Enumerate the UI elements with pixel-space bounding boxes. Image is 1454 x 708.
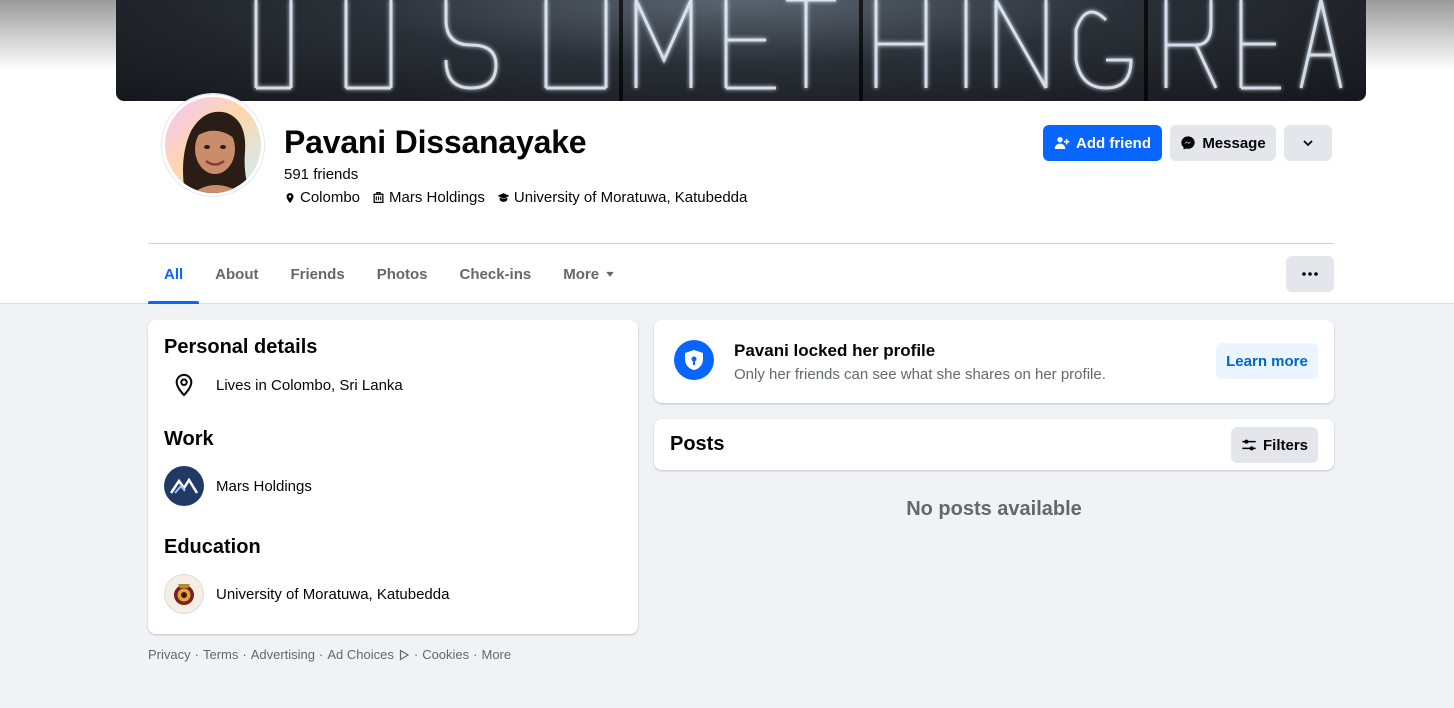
meta-work-label: Mars Holdings (389, 189, 485, 206)
profile-meta-row: Colombo Mars Holdings University of Mora… (284, 189, 759, 206)
personal-details-title: Personal details (164, 336, 318, 358)
mars-holdings-logo (164, 466, 204, 506)
tab-about[interactable]: About (199, 244, 274, 304)
ad-choices-icon (399, 648, 410, 661)
locked-profile-card: Pavani locked her profile Only her frien… (654, 320, 1334, 403)
filters-button[interactable]: Filters (1231, 427, 1318, 463)
footer-separator: · (413, 647, 419, 662)
profile-tabs: All About Friends Photos Check-ins More (148, 244, 631, 304)
tab-check-ins[interactable]: Check-ins (444, 244, 548, 304)
filters-label: Filters (1262, 436, 1308, 454)
tabs-more-options-button[interactable] (1286, 256, 1334, 292)
location-pin-icon (286, 192, 294, 203)
work-title: Work (164, 428, 214, 450)
tab-all[interactable]: All (148, 244, 200, 304)
university-crest-logo (164, 574, 204, 614)
briefcase-icon (373, 191, 384, 204)
learn-more-button[interactable]: Learn more (1216, 343, 1318, 379)
ellipsis-icon (1302, 272, 1318, 276)
school-link[interactable]: University of Moratuwa, Katubedda (216, 586, 449, 603)
footer-separator: · (319, 647, 324, 662)
intro-card: Personal details Lives in Colombo, Sri L… (148, 320, 638, 634)
add-person-icon (1054, 137, 1070, 149)
meta-education-label: University of Moratuwa, Katubedda (513, 189, 748, 206)
message-button[interactable]: Message (1170, 125, 1276, 161)
locked-profile-subtitle: Only her friends can see what she shares… (734, 366, 1106, 383)
education-row[interactable]: University of Moratuwa, Katubedda (164, 574, 449, 614)
cover-photo[interactable] (116, 0, 1366, 101)
lock-badge (674, 340, 714, 380)
locked-profile-title: Pavani locked her profile (734, 341, 936, 360)
tab-more-label: More (563, 265, 600, 283)
add-friend-label: Add friend (1076, 134, 1151, 152)
add-friend-button[interactable]: Add friend (1043, 125, 1162, 161)
work-place-link[interactable]: Mars Holdings (216, 478, 312, 495)
message-label: Message (1202, 134, 1266, 152)
footer-separator: · (194, 647, 199, 662)
lives-in-text: Lives in Colombo, Sri Lanka (216, 376, 403, 394)
friends-count-link[interactable]: 591 friends (284, 166, 358, 183)
work-row[interactable]: Mars Holdings (164, 466, 312, 506)
footer-more-link[interactable]: More (482, 647, 512, 662)
lives-in-icon-wrap (164, 365, 204, 405)
crest-icon (174, 584, 194, 605)
location-pin-outline-icon (175, 373, 193, 397)
meta-work: Mars Holdings (372, 189, 485, 206)
messenger-icon (1181, 136, 1195, 150)
posts-header-card: Posts Filters (654, 419, 1334, 470)
footer-links: Privacy · Terms · Advertising · Ad Choices … (148, 647, 511, 662)
footer-ad-choices-link[interactable]: Ad Choices (327, 647, 393, 662)
footer-advertising-link[interactable]: Advertising (251, 647, 315, 662)
filters-sliders-icon (1242, 439, 1256, 451)
chevron-down-icon (1303, 140, 1313, 147)
graduation-cap-icon (497, 193, 510, 202)
tab-photos[interactable]: Photos (361, 244, 444, 304)
lives-in-row: Lives in Colombo, Sri Lanka (164, 365, 403, 405)
cover-neon-graphic (254, 0, 1343, 101)
education-title: Education (164, 536, 261, 558)
tab-more[interactable]: More (547, 244, 631, 304)
profile-options-dropdown-button[interactable] (1284, 125, 1332, 161)
no-posts-message: No posts available (906, 498, 1082, 520)
shield-lock-icon (685, 350, 703, 370)
footer-privacy-link[interactable]: Privacy (148, 647, 191, 662)
meta-location: Colombo (284, 189, 360, 206)
profile-name: Pavani Dissanayake (284, 124, 587, 160)
tab-friends[interactable]: Friends (275, 244, 361, 304)
footer-separator: · (473, 647, 478, 662)
posts-title: Posts (670, 433, 725, 455)
meta-education: University of Moratuwa, Katubedda (497, 189, 747, 206)
mountain-logo-icon (169, 477, 199, 494)
footer-cookies-link[interactable]: Cookies (422, 647, 469, 662)
meta-location-label: Colombo (300, 189, 361, 206)
footer-terms-link[interactable]: Terms (203, 647, 238, 662)
caret-down-icon (606, 271, 614, 277)
profile-avatar[interactable] (162, 94, 264, 196)
avatar-portrait-image (183, 111, 251, 193)
footer-separator: · (242, 647, 247, 662)
